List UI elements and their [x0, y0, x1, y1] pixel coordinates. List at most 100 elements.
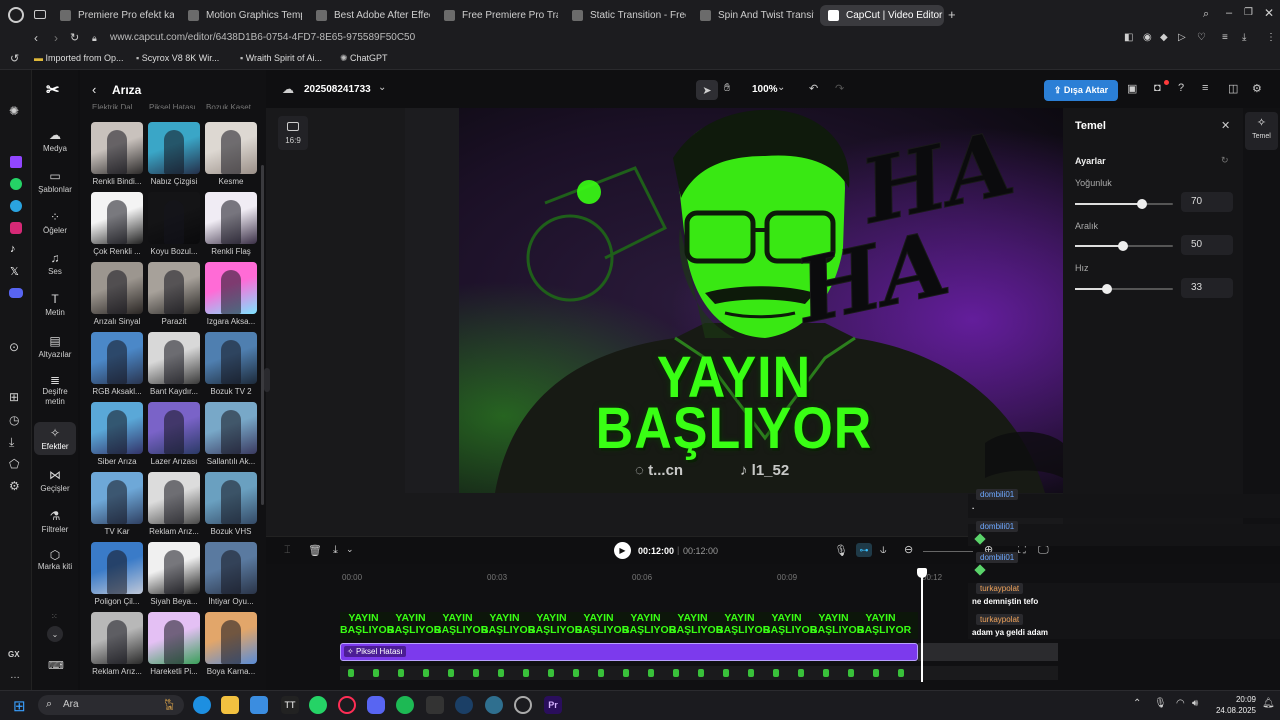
maximize-icon[interactable]: ❐: [1244, 7, 1253, 18]
bookmark-item[interactable]: ▬ Imported from Op...: [34, 53, 124, 63]
keyframe-marker-icon[interactable]: [448, 669, 454, 677]
history-icon[interactable]: ◷: [9, 413, 19, 427]
keyframe-marker-icon[interactable]: [773, 669, 779, 677]
effect-card[interactable]: Parazit: [148, 262, 200, 326]
back-arrow-icon[interactable]: ‹: [92, 82, 96, 97]
effect-card[interactable]: Bozuk TV 2: [205, 332, 257, 396]
keyframe-marker-icon[interactable]: [398, 669, 404, 677]
effect-card[interactable]: İhtiyar Oyu...: [205, 542, 257, 606]
keyframe-marker-icon[interactable]: [673, 669, 679, 677]
discord-icon[interactable]: [9, 288, 23, 298]
effect-track-clip[interactable]: ✧ Piksel Hatası: [340, 643, 918, 661]
keyframe-marker-icon[interactable]: [798, 669, 804, 677]
steam-icon[interactable]: [455, 696, 473, 714]
zoom-out-icon[interactable]: ⊖: [904, 543, 913, 556]
effect-card[interactable]: Kesme: [205, 122, 257, 186]
premiere-pro-icon[interactable]: Pr: [544, 696, 562, 714]
edge-icon[interactable]: [193, 696, 211, 714]
tray-wifi-icon[interactable]: ◠: [1176, 698, 1185, 709]
aria-icon[interactable]: ✺: [9, 104, 19, 118]
opera-menu-icon[interactable]: [8, 7, 24, 23]
effect-card[interactable]: Poligon Çil...: [91, 542, 143, 606]
reset-icon[interactable]: ↻: [1221, 155, 1229, 166]
tiktok-icon[interactable]: ♪: [10, 243, 16, 255]
video-canvas[interactable]: HA HA YAYIN BAŞLIYOR ◌ t...cn ♪ l1_52: [405, 108, 1063, 493]
effect-card[interactable]: Renkli Flaş: [205, 192, 257, 256]
keyframe-marker-icon[interactable]: [898, 669, 904, 677]
nav-item-filtreler[interactable]: ⚗ Filtreler: [34, 509, 76, 534]
nav-item-ses[interactable]: ♫ Ses: [34, 251, 76, 276]
browser-tab-active[interactable]: CapCut | Video Editor | Al: [820, 5, 944, 26]
todo-icon[interactable]: TT: [281, 696, 299, 714]
shield-icon[interactable]: ◆: [1160, 32, 1168, 43]
panel-collapse-handle[interactable]: [264, 368, 270, 392]
keyframe-marker-icon[interactable]: [823, 669, 829, 677]
effect-card[interactable]: Siber Arıza: [91, 402, 143, 466]
speed-value-input[interactable]: 33: [1181, 278, 1233, 298]
effect-card[interactable]: Arızalı Sinyal: [91, 262, 143, 326]
telegram-icon[interactable]: [10, 200, 22, 212]
nav-item-gecisler[interactable]: ⋈ Geçişler: [34, 468, 76, 493]
keyframe-marker-icon[interactable]: [473, 669, 479, 677]
camera-icon[interactable]: ◉: [1143, 32, 1152, 43]
present-icon[interactable]: ▣: [1127, 82, 1137, 95]
nav-item-marka-kiti[interactable]: ⬡ Marka kiti: [34, 549, 76, 572]
player-icon[interactable]: ⊙: [9, 340, 19, 354]
keyframe-marker-icon[interactable]: [698, 669, 704, 677]
keyframe-marker-icon[interactable]: [548, 669, 554, 677]
project-chevron-down-icon[interactable]: ⌄: [378, 82, 386, 93]
keyframe-marker-icon[interactable]: [873, 669, 879, 677]
more-icon[interactable]: ⋮: [1266, 32, 1276, 43]
panel-scrollbar[interactable]: [261, 165, 264, 505]
url-field[interactable]: www.capcut.com/editor/6438D1B6-0754-4FD7…: [110, 32, 415, 43]
reload-icon[interactable]: ↻: [70, 31, 79, 44]
delete-icon[interactable]: 🗑︎: [308, 544, 322, 557]
slider-knob[interactable]: [1136, 199, 1147, 209]
speed-slider[interactable]: [1075, 284, 1173, 294]
browser-tab[interactable]: Free Premiere Pro Transit: [436, 5, 558, 26]
effect-card[interactable]: Izgara Aksa...: [205, 262, 257, 326]
hand-tool-icon[interactable]: ✋︎: [724, 82, 730, 95]
spotify-icon[interactable]: [396, 696, 414, 714]
keyframe-marker-icon[interactable]: [598, 669, 604, 677]
nav-item-efektler[interactable]: ✧ Efektler: [34, 422, 76, 455]
aspect-ratio-button[interactable]: 16:9: [278, 116, 308, 150]
effect-card[interactable]: Reklam Arız...: [91, 612, 143, 676]
instagram-icon[interactable]: [10, 222, 22, 234]
export-button[interactable]: ⇪ Dışa Aktar: [1044, 80, 1118, 101]
keyframe-marker-icon[interactable]: [723, 669, 729, 677]
epic-games-icon[interactable]: [426, 696, 444, 714]
tray-mic-icon[interactable]: 🎙︎: [1154, 698, 1167, 709]
zoom-chevron-down-icon[interactable]: ⌄: [777, 82, 785, 93]
undo-icon[interactable]: ↶: [809, 82, 818, 95]
settings-taskbar-icon[interactable]: [514, 696, 532, 714]
split-scene-icon[interactable]: ⫝: [880, 544, 887, 557]
browser-tab[interactable]: Static Transition - Free P: [564, 5, 686, 26]
zoom-level[interactable]: 100%: [752, 84, 778, 95]
minimize-icon[interactable]: –: [1226, 7, 1232, 19]
effect-card[interactable]: RGB Aksakl...: [91, 332, 143, 396]
intensity-slider[interactable]: [1075, 199, 1173, 209]
browser-tab[interactable]: Motion Graphics Templat: [180, 5, 302, 26]
split-icon[interactable]: ⌶: [284, 544, 291, 557]
speed-dial-icon[interactable]: ↺: [10, 52, 19, 65]
tray-chevron-up-icon[interactable]: ⌃: [1133, 698, 1141, 709]
play-icon[interactable]: ▷: [1178, 32, 1186, 43]
browser-tab[interactable]: Best Adobe After Effects: [308, 5, 430, 26]
tab-temel[interactable]: ✧ Temel: [1245, 112, 1278, 150]
nav-item-desifre-metin[interactable]: ≣ Deşifre metin: [34, 374, 76, 407]
keyframe-marker-icon[interactable]: [498, 669, 504, 677]
keyframe-marker-icon[interactable]: [748, 669, 754, 677]
select-tool-icon[interactable]: ➤: [696, 80, 718, 100]
store-icon[interactable]: [250, 696, 268, 714]
windows-start-icon[interactable]: ⊞: [13, 697, 26, 715]
nav-item-medya[interactable]: ☁ Medya: [34, 128, 76, 153]
playhead[interactable]: [917, 568, 928, 682]
effect-card[interactable]: Çok Renkli ...: [91, 192, 143, 256]
nav-item-metin[interactable]: T Metin: [34, 292, 76, 317]
microphone-icon[interactable]: 🎙︎: [834, 544, 848, 557]
intensity-value-input[interactable]: 70: [1181, 192, 1233, 212]
settings-icon[interactable]: ⚙: [9, 479, 20, 493]
taskbar-search[interactable]: ⌕ Ara 🦌︎: [38, 695, 184, 715]
file-explorer-icon[interactable]: [221, 696, 239, 714]
